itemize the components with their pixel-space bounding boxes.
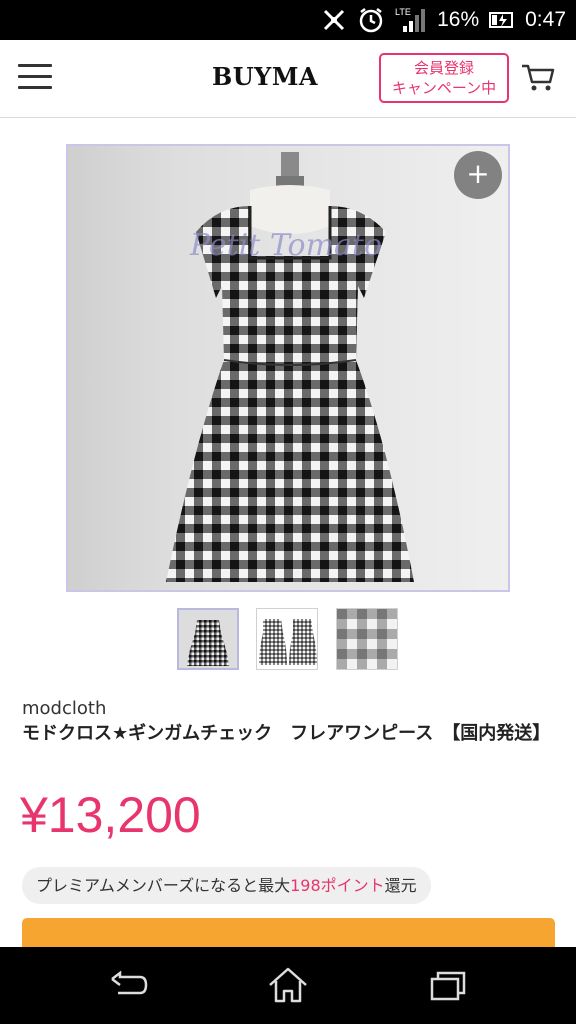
signal-icon: LTE: [395, 6, 427, 34]
recent-apps-icon[interactable]: [424, 965, 472, 1005]
zoom-plus-icon[interactable]: +: [454, 151, 502, 199]
thumbnail-3[interactable]: [336, 608, 398, 670]
app-header: BUYMA 会員登録 キャンペーン中: [0, 40, 576, 118]
campaign-button[interactable]: 会員登録 キャンペーン中: [379, 53, 509, 103]
battery-percent: 16%: [437, 8, 480, 31]
battery-icon: [489, 10, 515, 30]
watermark-text: Petit Tomato: [190, 228, 383, 263]
product-price: ¥13,200: [20, 787, 201, 843]
brand-name[interactable]: modcloth: [22, 698, 106, 719]
no-sync-icon: [321, 7, 347, 33]
screen: LTE 16% 0:47 BUYMA 会員登録 キャンペーン中 Petit To…: [0, 0, 576, 1024]
status-bar: LTE 16% 0:47: [0, 0, 576, 40]
thumbnail-1[interactable]: [177, 608, 239, 670]
thumbnail-2[interactable]: [256, 608, 318, 670]
back-icon[interactable]: [104, 965, 152, 1005]
premium-points: 198ポイント: [290, 876, 385, 895]
clock-time: 0:47: [525, 8, 566, 31]
product-title: モドクロス★ギンガムチェック フレアワンピース 【国内発送】: [22, 723, 551, 744]
main-product-image[interactable]: [66, 144, 510, 592]
buyma-logo[interactable]: BUYMA: [190, 62, 340, 91]
network-type-label: LTE: [395, 7, 411, 17]
cart-icon[interactable]: [520, 62, 556, 94]
menu-icon[interactable]: [18, 64, 52, 94]
premium-points-badge: プレミアムメンバーズになると最大198ポイント還元: [22, 867, 431, 904]
campaign-line-2: キャンペーン中: [391, 79, 497, 97]
premium-prefix: プレミアムメンバーズになると最大: [36, 876, 291, 895]
alarm-clock-icon: [357, 6, 385, 34]
home-icon[interactable]: [264, 965, 312, 1005]
premium-suffix: 還元: [384, 876, 417, 895]
campaign-line-1: 会員登録: [413, 59, 474, 77]
system-nav-bar: [0, 947, 576, 1024]
